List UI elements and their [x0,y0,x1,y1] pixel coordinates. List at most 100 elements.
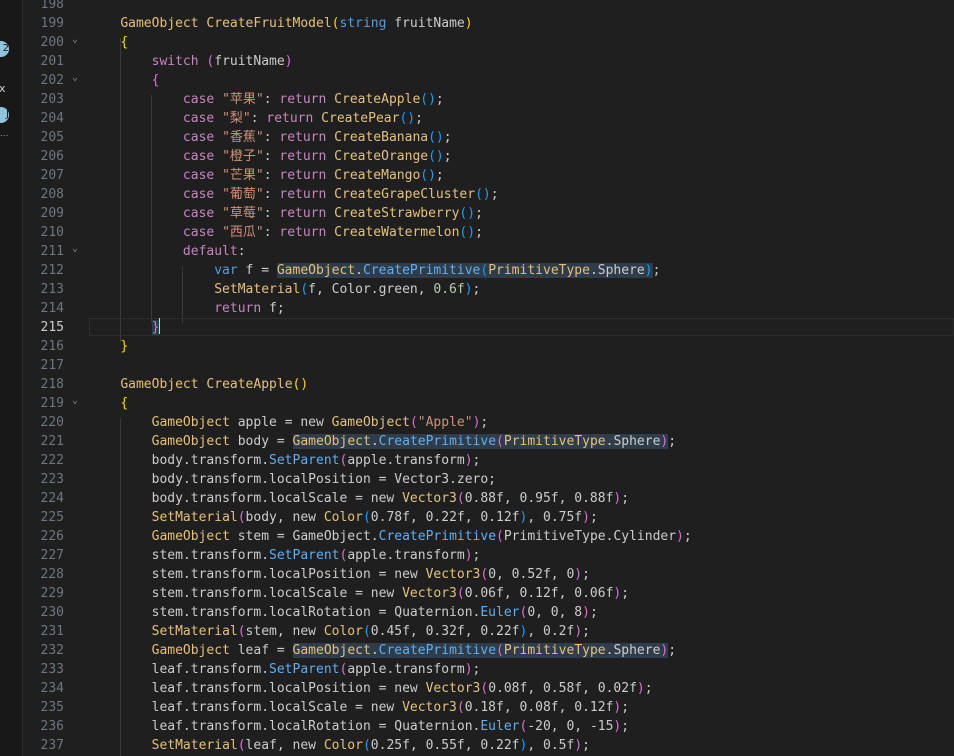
code-text[interactable]: SetMaterial(leaf, new Color(0.25f, 0.55f… [89,736,590,755]
code-line[interactable]: 231 SetMaterial(stem, new Color(0.45f, 0… [23,622,954,641]
code-line[interactable]: 225 SetMaterial(body, new Color(0.78f, 0… [23,508,954,527]
code-text[interactable]: case "西瓜": return CreateWatermelon(); [89,223,483,242]
code-line[interactable]: 237 SetMaterial(leaf, new Color(0.25f, 0… [23,736,954,755]
code-text[interactable]: leaf.transform.localPosition = new Vecto… [89,679,653,698]
code-text[interactable]: return f; [89,299,284,318]
code-text[interactable]: SetMaterial(f, Color.green, 0.6f); [89,280,480,299]
code-text[interactable]: stem.transform.localRotation = Quaternio… [89,603,598,622]
code-text[interactable]: GameObject leaf = GameObject.CreatePrimi… [89,641,676,660]
editor-pane[interactable]: 198 199 GameObject CreateFruitModel(strin… [23,0,954,756]
code-line[interactable]: 227 stem.transform.SetParent(apple.trans… [23,546,954,565]
code-text[interactable]: case "草莓": return CreateStrawberry(); [89,204,483,223]
code-token: ; [589,605,598,620]
code-text[interactable]: { [89,394,128,413]
fold-chevron-icon[interactable]: ⌄ [72,239,82,258]
code-token: . [370,643,379,658]
code-line[interactable]: 233 leaf.transform.SetParent(apple.trans… [23,660,954,679]
code-token: ) [435,149,444,164]
code-line[interactable]: 235 leaf.transform.localScale = new Vect… [23,698,954,717]
code-line[interactable]: 215 } [23,318,954,337]
fold-chevron-icon[interactable]: ⌄ [72,391,82,410]
code-text[interactable]: SetMaterial(body, new Color(0.78f, 0.22f… [89,508,598,527]
code-text[interactable]: stem.transform.localPosition = new Vecto… [89,565,590,584]
code-line[interactable]: 236 leaf.transform.localRotation = Quate… [23,717,954,736]
code-line[interactable]: 224 body.transform.localScale = new Vect… [23,489,954,508]
code-text[interactable]: case "苹果": return CreateApple(); [89,90,444,109]
notification-badge[interactable]: 2 [0,41,9,57]
code-line[interactable]: 210 case "西瓜": return CreateWatermelon()… [23,223,954,242]
code-token: ; [582,567,590,582]
code-line[interactable]: 208 case "葡萄": return CreateGrapeCluster… [23,185,954,204]
more-icon[interactable]: ... [0,129,9,139]
code-text[interactable]: case "香蕉": return CreateBanana(); [89,128,452,147]
code-text[interactable]: case "梨": return CreatePear(); [89,109,423,128]
code-line[interactable]: 205 case "香蕉": return CreateBanana(); [23,128,954,147]
code-line[interactable]: 201 switch (fruitName) [23,52,954,71]
code-text[interactable]: var f = GameObject.CreatePrimitive(Primi… [89,261,660,280]
code-text[interactable]: switch (fruitName) [89,52,293,71]
code-text[interactable]: case "橙子": return CreateOrange(); [89,147,452,166]
code-line[interactable]: 204 case "梨": return CreatePear(); [23,109,954,128]
code-text[interactable]: leaf.transform.localRotation = Quaternio… [89,717,629,736]
code-text[interactable]: case "芒果": return CreateMango(); [89,166,444,185]
code-line[interactable]: 209 case "草莓": return CreateStrawberry()… [23,204,954,223]
code-line[interactable]: 218 GameObject CreateApple() [23,375,954,394]
code-line[interactable]: 211 ⌄ default: [23,242,954,261]
code-text[interactable]: body.transform.localPosition = Vector3.z… [89,470,496,489]
code-token: 0.06f, 0.12f, 0.06f [464,586,614,601]
code-text[interactable]: { [89,33,128,52]
code-text[interactable]: stem.transform.SetParent(apple.transform… [89,546,481,565]
code-line[interactable]: 202 ⌄ { [23,71,954,90]
code-line[interactable]: 219 ⌄ { [23,394,954,413]
code-line[interactable]: 198 [23,0,954,14]
code-text[interactable]: GameObject CreateFruitModel(string fruit… [89,14,472,33]
code-line[interactable]: 226 GameObject stem = GameObject.CreateP… [23,527,954,546]
code-text[interactable]: leaf.transform.SetParent(apple.transform… [89,660,481,679]
code-text[interactable]: GameObject body = GameObject.CreatePrimi… [89,432,676,451]
code-text[interactable]: SetMaterial(stem, new Color(0.45f, 0.32f… [89,622,590,641]
code-line[interactable]: 221 GameObject body = GameObject.CreateP… [23,432,954,451]
code-text[interactable]: { [89,71,160,90]
code-text[interactable]: body.transform.SetParent(apple.transform… [89,451,481,470]
code-line[interactable]: 207 case "芒果": return CreateMango(); [23,166,954,185]
code-line[interactable]: 220 GameObject apple = new GameObject("A… [23,413,954,432]
code-token: stem.transform. [151,548,270,563]
line-number: 216 [40,339,64,354]
code-text[interactable]: case "葡萄": return CreateGrapeCluster(); [89,185,499,204]
code-text[interactable]: default: [89,242,246,261]
code-text[interactable]: GameObject CreateApple() [89,375,308,394]
line-number: 215 [40,320,64,335]
line-number: 204 [40,111,64,126]
code-token: ( [362,738,371,753]
code-text[interactable]: stem.transform.localScale = new Vector3(… [89,584,629,603]
code-text[interactable]: body.transform.localScale = new Vector3(… [89,489,629,508]
code-line[interactable]: 203 case "苹果": return CreateApple(); [23,90,954,109]
code-line[interactable]: 200 ⌄ { [23,33,954,52]
code-line[interactable]: 229 stem.transform.localScale = new Vect… [23,584,954,603]
fold-chevron-icon[interactable]: ⌄ [72,68,82,87]
code-text[interactable]: } [89,337,128,356]
fold-chevron-icon[interactable]: ⌄ [72,30,82,49]
code-line[interactable]: 228 stem.transform.localPosition = new V… [23,565,954,584]
code-token: CreatePrimitive [362,263,481,278]
code-line[interactable]: 212 var f = GameObject.CreatePrimitive(P… [23,261,954,280]
code-line[interactable]: 222 body.transform.SetParent(apple.trans… [23,451,954,470]
code-text[interactable]: } [89,318,161,337]
code-line[interactable]: 206 case "橙子": return CreateOrange(); [23,147,954,166]
code-text[interactable]: GameObject apple = new GameObject("Apple… [89,413,489,432]
code-text[interactable]: leaf.transform.localScale = new Vector3(… [89,698,629,717]
close-icon[interactable]: x [0,82,6,95]
code-line[interactable]: 214 return f; [23,299,954,318]
code-line[interactable]: 199 GameObject CreateFruitModel(string f… [23,14,954,33]
code-text[interactable]: GameObject stem = GameObject.CreatePrimi… [89,527,692,546]
code-line[interactable]: 230 stem.transform.localRotation = Quate… [23,603,954,622]
code-token: CreateWatermelon [334,225,460,240]
code-line[interactable]: 217 [23,356,954,375]
code-line[interactable]: 216 } [23,337,954,356]
code-line[interactable]: 223 body.transform.localPosition = Vecto… [23,470,954,489]
code-line[interactable]: 234 leaf.transform.localPosition = new V… [23,679,954,698]
code-line[interactable]: 213 SetMaterial(f, Color.green, 0.6f); [23,280,954,299]
code-line[interactable]: 232 GameObject leaf = GameObject.CreateP… [23,641,954,660]
status-badge[interactable]: J [0,107,9,123]
